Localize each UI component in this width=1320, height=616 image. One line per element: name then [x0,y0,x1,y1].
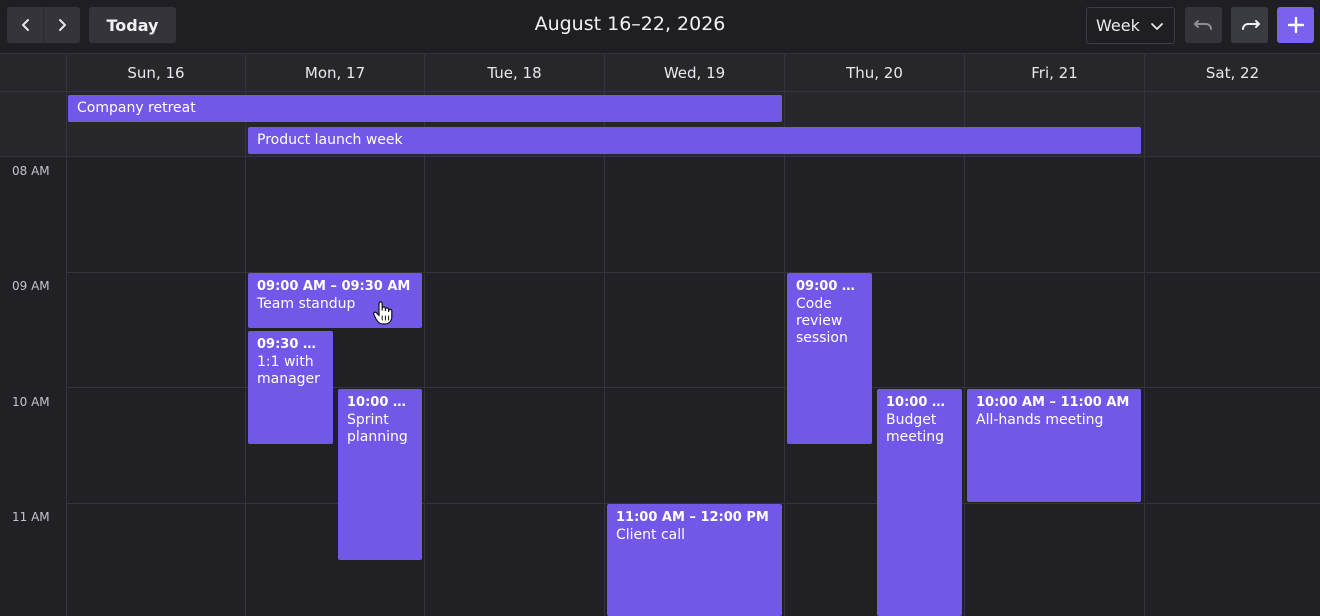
event-1-1-with-manager[interactable]: 09:30 A... 1:1 with manager [248,331,333,444]
divider [1144,157,1145,616]
event-budget-meeting[interactable]: 10:00 A... Budget meeting [877,389,962,616]
event-time: 09:00 A... [796,279,863,294]
day-header-mon[interactable]: Mon, 17 [245,54,424,92]
day-header-row: Sun, 16 Mon, 17 Tue, 18 Wed, 19 Thu, 20 … [0,54,1320,92]
all-day-section: Company retreat Product launch week [0,92,1320,157]
undo-icon [1193,20,1212,30]
divider [1144,92,1145,157]
day-header-sun[interactable]: Sun, 16 [66,54,245,92]
event-title: Client call [616,527,686,543]
event-title: Sprint planning [347,412,408,445]
event-time: 10:00 AM – 11:00 AM [976,395,1130,410]
event-time: 09:00 AM – 09:30 AM [257,279,411,294]
event-title: 1:1 with manager [257,354,320,387]
undo-button[interactable] [1185,7,1222,43]
view-select-value: Week [1096,16,1140,35]
divider [604,157,605,616]
event-title: Code review session [796,296,848,346]
day-header-wed[interactable]: Wed, 19 [604,54,784,92]
redo-button[interactable] [1231,7,1268,43]
add-event-button[interactable] [1277,7,1314,43]
plus-icon [1287,16,1304,34]
chevron-left-icon [21,19,29,31]
today-button[interactable]: Today [89,7,176,43]
time-label-08: 08 AM [12,164,50,178]
day-header-thu[interactable]: Thu, 20 [784,54,964,92]
previous-week-button[interactable] [7,7,44,43]
event-time: 10:00 A... [886,395,953,410]
divider [245,157,246,616]
calendar-toolbar: Today August 16–22, 2026 Week [0,0,1320,54]
divider [66,157,67,616]
day-header-sat[interactable]: Sat, 22 [1144,54,1320,92]
divider [784,157,785,616]
event-title: Budget meeting [886,412,945,445]
event-sprint-planning[interactable]: 10:00 A... Sprint planning [338,389,422,560]
event-client-call[interactable]: 11:00 AM – 12:00 PM Client call [607,504,782,616]
time-gutter: 08 AM 09 AM 10 AM 11 AM [0,157,66,616]
event-code-review-session[interactable]: 09:00 A... Code review session [787,273,872,444]
divider [66,92,67,157]
view-select[interactable]: Week [1086,7,1175,44]
event-title: All-hands meeting [976,412,1104,428]
chevron-down-icon [1151,23,1163,30]
time-label-09: 09 AM [12,279,50,293]
event-time: 10:00 A... [347,395,413,410]
event-time: 11:00 AM – 12:00 PM [616,510,769,525]
time-label-10: 10 AM [12,395,50,409]
day-header-fri[interactable]: Fri, 21 [964,54,1144,92]
all-day-event-company-retreat[interactable]: Company retreat [68,95,782,122]
divider [964,157,965,616]
divider [424,157,425,616]
date-range-title: August 16–22, 2026 [534,13,726,35]
hand-cursor-icon [373,301,393,325]
time-label-11: 11 AM [12,510,50,524]
event-time: 09:30 A... [257,337,324,352]
event-all-hands-meeting[interactable]: 10:00 AM – 11:00 AM All-hands meeting [967,389,1141,502]
next-week-button[interactable] [43,7,80,43]
all-day-event-product-launch-week[interactable]: Product launch week [248,127,1141,154]
chevron-right-icon [59,19,66,31]
redo-icon [1241,20,1260,30]
time-grid: 08 AM 09 AM 10 AM 11 AM 09:00 AM – 09:30… [0,157,1320,616]
day-header-tue[interactable]: Tue, 18 [424,54,604,92]
